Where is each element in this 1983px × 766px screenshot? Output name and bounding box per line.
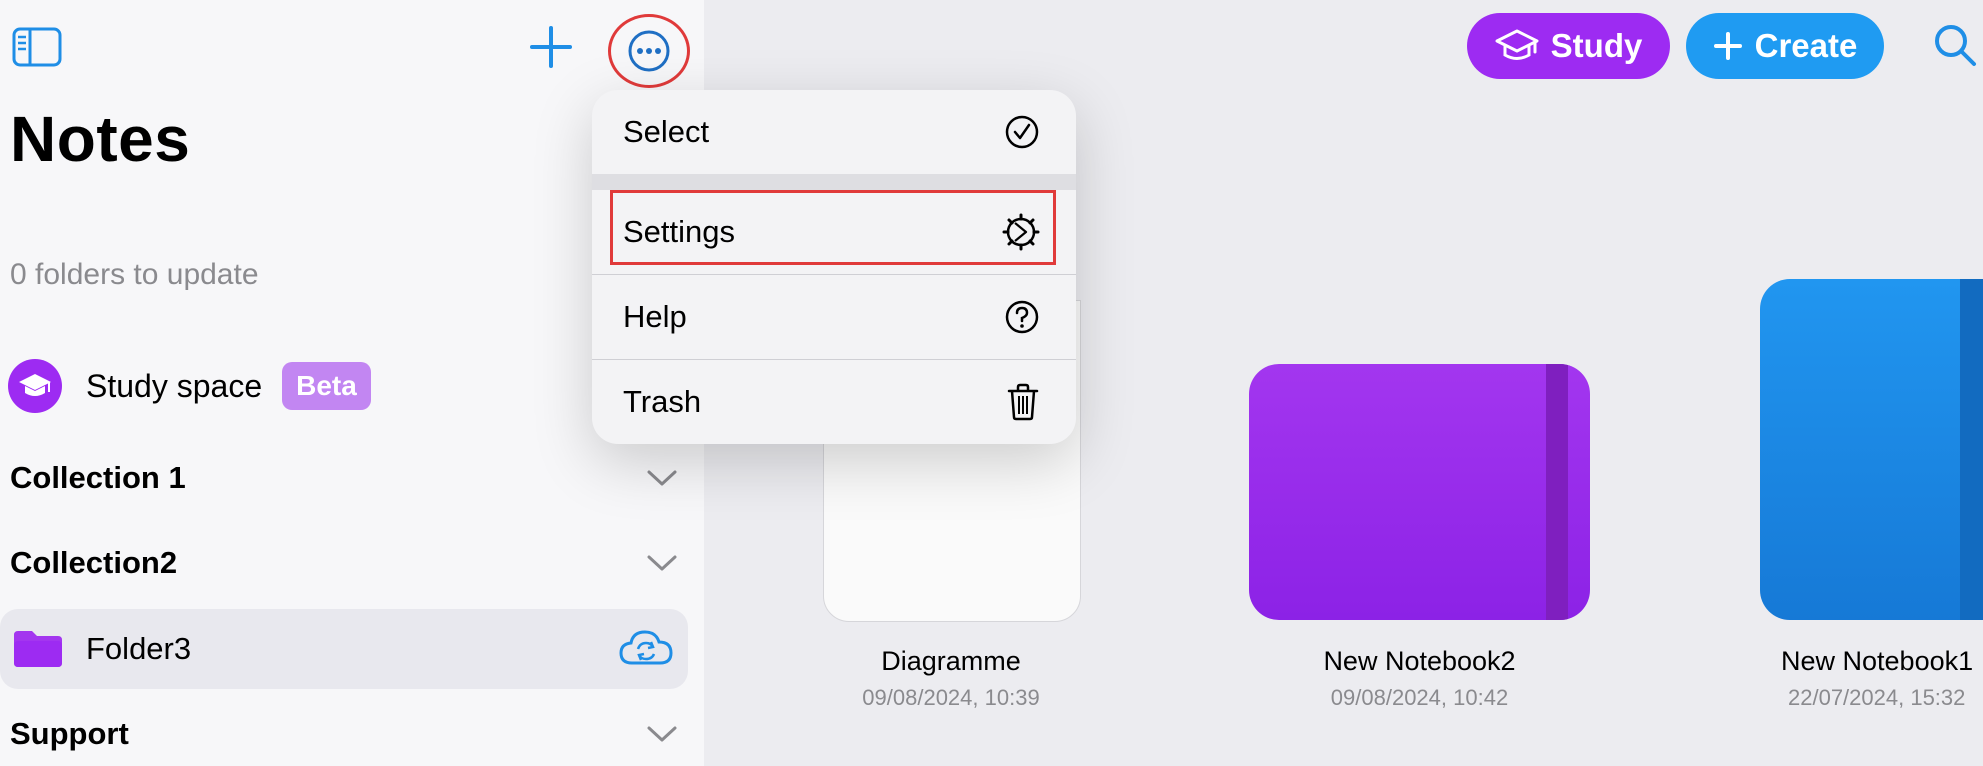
- folder-icon: [14, 631, 62, 667]
- section-support[interactable]: Support: [10, 706, 680, 762]
- chevron-down-icon: [647, 555, 677, 571]
- create-button-label: Create: [1754, 27, 1858, 64]
- beta-badge: Beta: [282, 362, 371, 410]
- checkmark-circle-icon: [1005, 115, 1039, 149]
- sidebar-toggle-icon[interactable]: [12, 26, 62, 68]
- more-options-button[interactable]: [608, 14, 690, 88]
- section-label: Support: [10, 716, 129, 751]
- notebook-title: New Notebook1: [1781, 646, 1974, 676]
- section-collection-1[interactable]: Collection 1: [10, 450, 680, 506]
- menu-item-trash[interactable]: Trash: [592, 360, 1076, 444]
- notebook-date: 09/08/2024, 10:42: [1330, 685, 1509, 710]
- study-button[interactable]: Study: [1467, 13, 1670, 79]
- folders-update-status: 0 folders to update: [10, 258, 259, 291]
- settings-highlight-box: [610, 190, 1056, 265]
- notebook-date: 09/08/2024, 10:39: [862, 685, 1040, 710]
- add-icon[interactable]: [526, 22, 576, 72]
- question-circle-icon: [1005, 300, 1039, 334]
- graduation-cap-icon: [8, 359, 62, 413]
- highlight-ring: [608, 14, 690, 88]
- graduation-cap-icon: [1495, 29, 1539, 60]
- notebook-date: 22/07/2024, 15:32: [1788, 685, 1966, 710]
- page-title: Notes: [10, 103, 191, 175]
- menu-item-select[interactable]: Select: [592, 90, 1076, 174]
- chevron-down-icon: [647, 726, 677, 742]
- menu-item-help[interactable]: Help: [592, 275, 1076, 359]
- study-space-label: Study space: [86, 367, 263, 404]
- plus-icon: [1713, 32, 1742, 60]
- notebook-cover[interactable]: [1760, 279, 1983, 620]
- menu-item-label: Trash: [623, 384, 702, 419]
- notebook-cover[interactable]: [1249, 364, 1590, 620]
- section-collection-2[interactable]: Collection2: [10, 535, 680, 591]
- study-space-item[interactable]: Study space Beta: [8, 358, 371, 414]
- notebook-title: New Notebook2: [1323, 646, 1516, 676]
- menu-item-label: Select: [623, 114, 710, 149]
- create-button[interactable]: Create: [1686, 13, 1884, 79]
- more-options-menu: Select Settings Help Trash: [592, 90, 1076, 444]
- menu-divider: [592, 174, 1076, 190]
- cloud-sync-icon[interactable]: [618, 627, 674, 669]
- menu-item-label: Help: [623, 299, 687, 334]
- trash-icon: [1007, 383, 1039, 421]
- folder-label: Folder3: [86, 631, 192, 666]
- section-label: Collection2: [10, 545, 178, 580]
- section-label: Collection 1: [10, 460, 186, 495]
- search-icon[interactable]: [1930, 20, 1980, 70]
- notebook-title: Diagramme: [881, 646, 1021, 676]
- study-button-label: Study: [1550, 27, 1643, 64]
- folder-item-folder3[interactable]: Folder3: [0, 609, 688, 689]
- chevron-down-icon: [647, 470, 677, 486]
